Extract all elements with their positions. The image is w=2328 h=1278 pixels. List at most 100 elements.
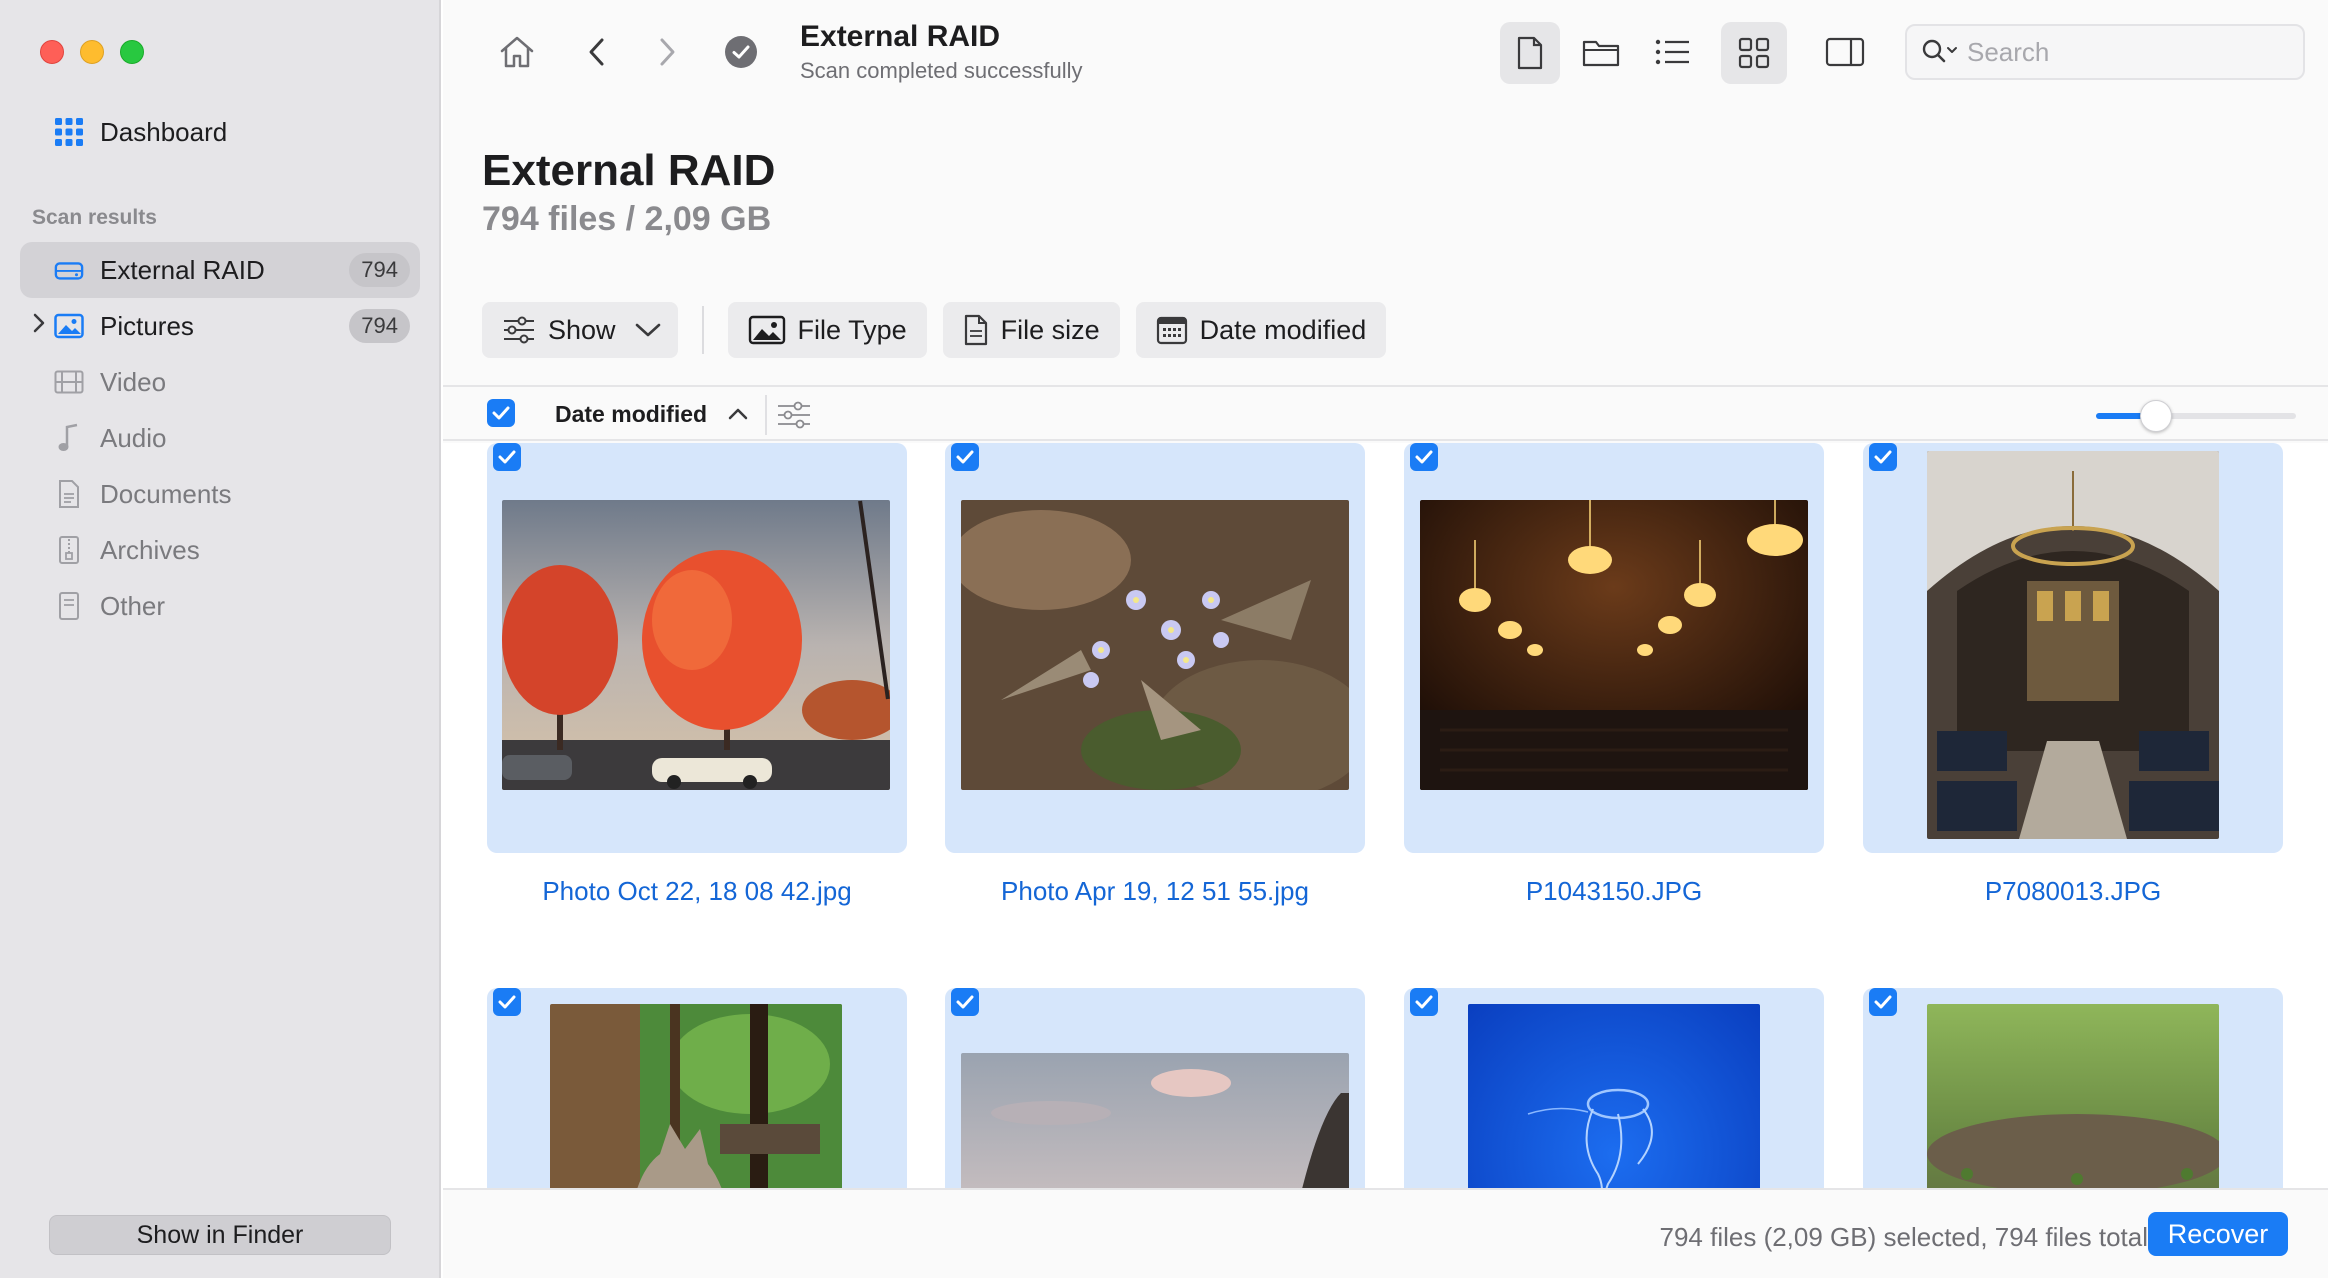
- checkmark-circle-icon: [725, 36, 757, 68]
- sort-ascending-toggle[interactable]: [726, 401, 750, 432]
- home-button[interactable]: [487, 22, 547, 82]
- checkmark-icon: [498, 450, 516, 464]
- minimize-window-button[interactable]: [80, 40, 104, 64]
- window-controls: [40, 40, 144, 64]
- checkmark-icon: [956, 450, 974, 464]
- status-bar: 794 files (2,09 GB) selected, 794 files …: [443, 1188, 2328, 1278]
- file-checkbox[interactable]: [951, 988, 979, 1016]
- sort-bar: Date modified: [443, 385, 2328, 441]
- close-window-button[interactable]: [40, 40, 64, 64]
- file-tile[interactable]: [945, 988, 1365, 1188]
- sidebar-item-dashboard[interactable]: Dashboard: [20, 104, 420, 160]
- file-name-link[interactable]: Photo Oct 22, 18 08 42.jpg: [467, 876, 927, 907]
- sidebar-item-label: Audio: [100, 422, 167, 453]
- sort-column-label[interactable]: Date modified: [555, 401, 707, 428]
- show-filter-button[interactable]: Show: [482, 302, 678, 358]
- date-modified-filter-button[interactable]: Date modified: [1135, 302, 1387, 358]
- file-name-link[interactable]: P1043150.JPG: [1384, 876, 1844, 907]
- sort-options-button[interactable]: [776, 399, 812, 436]
- file-checkbox[interactable]: [951, 443, 979, 471]
- checkmark-icon: [1874, 995, 1892, 1009]
- file-view-button[interactable]: [1500, 22, 1560, 84]
- sidebar-item-label: Video: [100, 366, 167, 397]
- disclosure-chevron-icon[interactable]: [32, 312, 46, 340]
- file-type-filter-label: File Type: [797, 314, 907, 345]
- file-tile[interactable]: [1404, 443, 1824, 853]
- thumbnail-wildflowers: [961, 500, 1349, 790]
- checkmark-icon: [1415, 450, 1433, 464]
- search-input[interactable]: [1967, 36, 2287, 68]
- sidebar-item-other[interactable]: Other: [20, 578, 420, 634]
- sidebar-item-external-raid[interactable]: External RAID 794: [20, 242, 420, 298]
- picture-icon: [54, 311, 84, 341]
- sidebar-item-label: Dashboard: [100, 116, 228, 147]
- back-button[interactable]: [567, 22, 627, 82]
- forward-button[interactable]: [637, 22, 697, 82]
- file-checkbox[interactable]: [493, 443, 521, 471]
- select-all-checkbox[interactable]: [487, 399, 515, 427]
- sidebar-item-audio[interactable]: Audio: [20, 410, 420, 466]
- selection-summary: 794 files (2,09 GB) selected, 794 files …: [1659, 1222, 2149, 1252]
- file-tile[interactable]: [1404, 988, 1824, 1188]
- slider-knob[interactable]: [2140, 400, 2172, 432]
- sidebar-item-video[interactable]: Video: [20, 354, 420, 410]
- file-name-link[interactable]: P7080013.JPG: [1843, 876, 2303, 907]
- list-view-button[interactable]: [1643, 22, 1703, 82]
- folder-view-button[interactable]: [1571, 22, 1631, 82]
- recover-button[interactable]: Recover: [2148, 1212, 2288, 1256]
- sort-divider: [765, 395, 767, 435]
- file-checkbox[interactable]: [1869, 988, 1897, 1016]
- file-tile[interactable]: [1863, 443, 2283, 853]
- file-size-filter-label: File size: [1000, 314, 1100, 345]
- show-in-finder-button[interactable]: Show in Finder: [49, 1215, 391, 1255]
- count-badge: 794: [349, 253, 410, 287]
- thumbnail-size-slider[interactable]: [2096, 400, 2296, 432]
- sidebar-item-label: External RAID: [100, 254, 265, 285]
- chevron-left-icon: [589, 38, 604, 66]
- thumbnail-autumn-trees: [502, 500, 890, 790]
- checkmark-icon: [1874, 450, 1892, 464]
- main-panel: External RAID Scan completed successfull…: [443, 0, 2328, 1278]
- grid-view-button[interactable]: [1721, 22, 1787, 84]
- sliders-icon: [502, 316, 536, 344]
- file-checkbox[interactable]: [1410, 988, 1438, 1016]
- sidebar-item-label: Archives: [100, 534, 200, 565]
- sidebar-item-label: Other: [100, 590, 166, 621]
- file-icon: [1517, 36, 1543, 70]
- sidebar-item-documents[interactable]: Documents: [20, 466, 420, 522]
- file-size-filter-button[interactable]: File size: [942, 302, 1120, 358]
- grid-icon: [54, 117, 84, 147]
- file-tile[interactable]: [1863, 988, 2283, 1188]
- file-tile[interactable]: [487, 443, 907, 853]
- search-box[interactable]: [1905, 24, 2305, 80]
- sidebar-item-archives[interactable]: Archives: [20, 522, 420, 578]
- window-subtitle: Scan completed successfully: [800, 58, 1083, 83]
- film-icon: [54, 367, 84, 397]
- preview-panel-button[interactable]: [1815, 22, 1875, 82]
- calendar-icon: [1156, 315, 1188, 345]
- file-checkbox[interactable]: [1410, 443, 1438, 471]
- file-name-link[interactable]: Photo Apr 19, 12 51 55.jpg: [925, 876, 1385, 907]
- page-subtitle: 794 files / 2,09 GB: [482, 200, 772, 238]
- toolbar: External RAID Scan completed successfull…: [443, 0, 2328, 110]
- file-checkbox[interactable]: [493, 988, 521, 1016]
- checkmark-icon: [498, 995, 516, 1009]
- file-grid: Photo Oct 22, 18 08 42.jpg Photo Apr 19,…: [443, 443, 2328, 1188]
- file-tile[interactable]: [945, 443, 1365, 853]
- document-icon: [54, 479, 84, 509]
- thumbnail-chandelier-hall: [1420, 500, 1808, 790]
- thumbnail-grass-ground: [1927, 1004, 2219, 1188]
- filter-divider: [701, 306, 704, 354]
- sidebar-item-pictures[interactable]: Pictures 794: [20, 298, 420, 354]
- show-filter-label: Show: [548, 314, 616, 345]
- zoom-window-button[interactable]: [120, 40, 144, 64]
- checkmark-icon: [956, 995, 974, 1009]
- drive-icon: [54, 255, 84, 285]
- chevron-up-icon: [728, 408, 748, 420]
- folder-icon: [1582, 40, 1620, 67]
- file-tile[interactable]: [487, 988, 907, 1188]
- thumbnail-church-interior: [1927, 451, 2219, 839]
- list-icon: [1655, 39, 1689, 65]
- file-type-filter-button[interactable]: File Type: [727, 302, 927, 358]
- file-checkbox[interactable]: [1869, 443, 1897, 471]
